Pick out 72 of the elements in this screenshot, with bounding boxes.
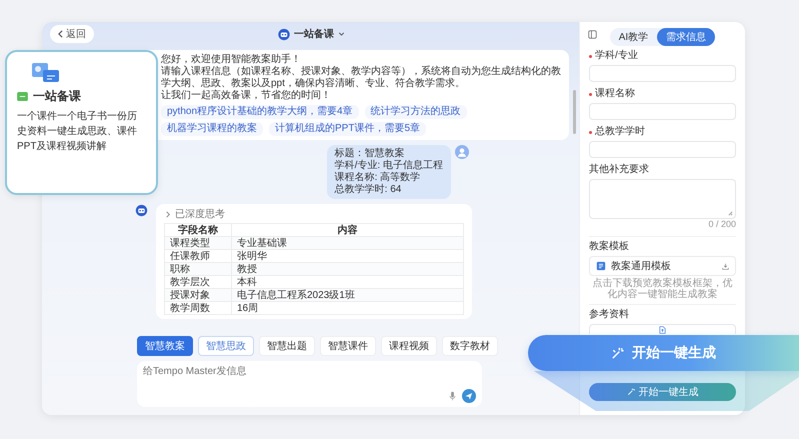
message-line: 标题：智慧教案 [334,148,406,160]
required-mark-icon [589,92,592,96]
tool-tab[interactable]: 课程视频 [381,336,437,356]
message-input[interactable]: 给Tempo Master发信息 [137,361,482,407]
document-icon [596,261,606,271]
robot-icon [277,28,290,40]
table-cell: 教授 [232,262,464,276]
suggestion-chip[interactable]: 统计学习方法的思政 [364,105,467,119]
input-field[interactable] [589,103,736,120]
template-hint: 点击下载预览教案模板框架，优化内容一键智能生成教案 [592,278,734,300]
field-label: 其他补充要求 [589,164,649,176]
sidebar-toggle-icon[interactable] [588,30,597,39]
tool-tab[interactable]: 智慧出题 [259,336,315,356]
table-cell: 课程类型 [164,236,232,250]
table-cell: 专业基础课 [232,236,464,250]
scrollbar[interactable] [573,90,576,134]
welcome-text: 让我们一起高效备课，节省您的时间！ [161,90,332,102]
table-cell: 教学周数 [164,302,232,314]
input-field[interactable] [589,141,736,158]
field-label: 课程名称 [595,88,635,100]
suggestion-chip[interactable]: 机器学习课程的教案 [161,122,263,136]
mode-tab[interactable]: AI教学 [610,28,658,46]
file-upload-icon [659,326,666,334]
microphone-icon[interactable] [449,391,456,401]
suggestion-chip[interactable]: 计算机组成的PPT课件，需要5章 [269,122,426,136]
generate-button[interactable]: 开始一键生成 [589,383,736,401]
character-counter: 0 / 200 [707,219,736,230]
field-label: 总教学学时 [595,126,645,138]
feature-title: 一站备课 [33,88,81,105]
welcome-text: 您好，欢迎使用智能教案助手！ [161,54,302,66]
back-button[interactable]: 返回 [50,25,94,43]
page-title: 一站备课 [294,28,334,41]
tool-tab[interactable]: 智慧教案 [137,336,193,356]
start-generate-button[interactable]: 开始一键生成 [528,335,799,371]
text-area[interactable] [589,179,736,219]
table-cell: 职称 [164,262,232,276]
table-cell: 授课对象 [164,288,232,302]
resize-handle-icon[interactable] [728,211,733,216]
template-file[interactable]: 教案通用模板 [589,256,736,276]
caret-icon[interactable] [338,32,344,36]
message-line: 总教学学时: 64 [334,184,402,196]
table-cell: 电子信息工程系2023级1班 [232,288,464,302]
thinking-toggle[interactable]: 已深度思考 [164,207,225,223]
message-line: 学科/专业: 电子信息工程 [334,160,443,172]
required-mark-icon [589,130,592,134]
robot-icon [135,204,148,217]
section-heading: 参考资料 [589,309,630,321]
chevron-icon [166,210,170,218]
courseware-icon [31,60,61,84]
tool-tab[interactable]: 智慧课件 [320,336,376,356]
column-header: 内容 [232,224,464,236]
magic-wand-icon [626,388,634,396]
table-cell: 16周 [232,302,464,314]
column-header: 字段名称 [164,224,232,236]
back-icon [58,30,63,38]
send-icon[interactable] [462,389,476,403]
upload-area[interactable] [589,324,736,334]
mode-tab[interactable]: 需求信息 [657,28,716,46]
field-label: 学科/专业 [595,50,638,62]
input-field[interactable] [589,65,736,82]
section-heading: 教案模板 [589,241,630,253]
badge-icon [17,92,28,101]
feature-description: 一个课件一个电子书一份历史资料一键生成思政、课件PPT及课程视频讲解 [17,110,138,154]
user-avatar-icon [455,145,469,159]
required-mark-icon [589,54,592,58]
magic-wand-icon [611,346,624,360]
tool-tab[interactable]: 数字教材 [442,336,498,356]
welcome-text: 请输入课程信息（如课程名称、授课对象、教学内容等），系统将自动为您生成结构化的教学大纲、思政、教案以及ppt，确保内容清晰、专业、符合教学需求。 [161,66,561,90]
suggestion-chip[interactable]: python程序设计基础的教学大纲，需要4章 [161,105,359,119]
tool-tab[interactable]: 智慧思政 [198,336,254,356]
message-line: 课程名称: 高等数学 [334,172,422,184]
download-icon [722,262,729,270]
